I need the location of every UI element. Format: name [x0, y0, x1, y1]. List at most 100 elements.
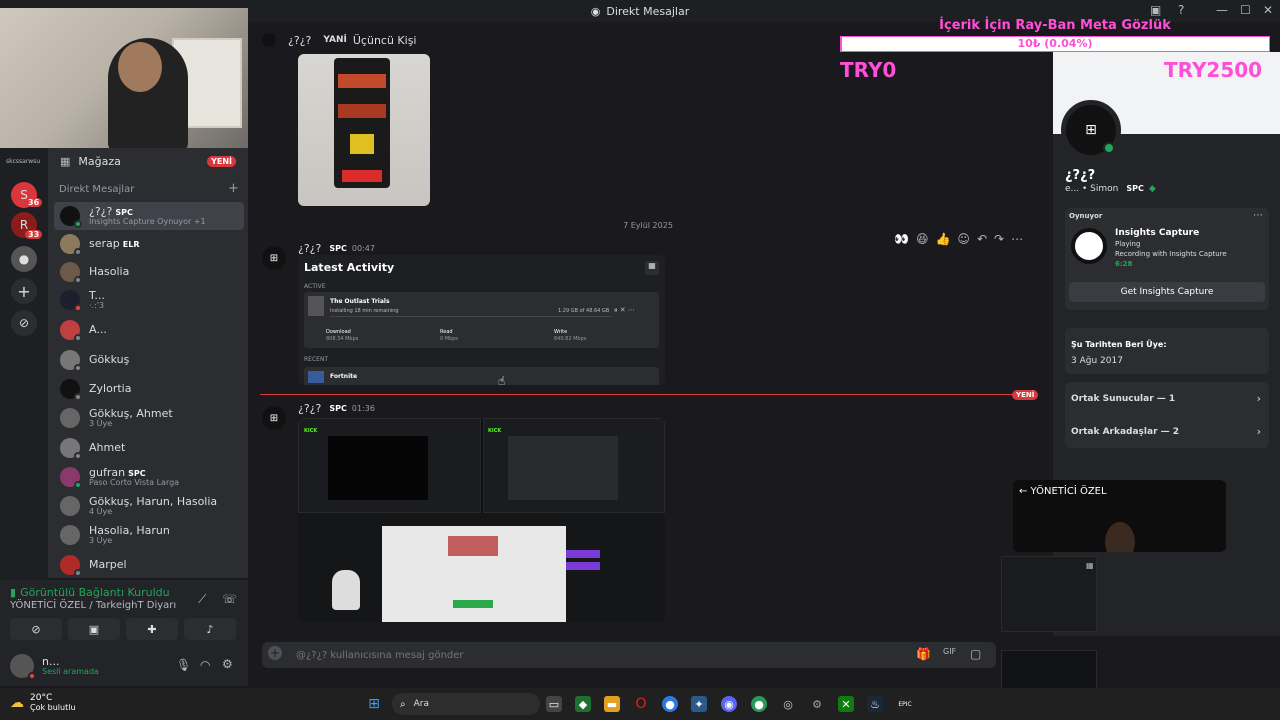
add-server-icon[interactable]: +: [11, 278, 37, 304]
dm-item[interactable]: Zylortia: [54, 375, 244, 403]
dm-item[interactable]: Marpel: [54, 551, 244, 579]
server-icon-3[interactable]: ●: [11, 246, 37, 272]
video-popout[interactable]: ← YÖNETİCİ ÖZEL: [1013, 480, 1226, 552]
dm-item[interactable]: Gökkuş, Ahmet 3 Üye: [54, 404, 244, 432]
message-avatar[interactable]: ⊞: [262, 246, 286, 270]
profile-name: ¿?¿?: [1065, 168, 1096, 183]
dm-item[interactable]: A...: [54, 316, 244, 344]
settings-taskbar-icon[interactable]: ⚙: [809, 696, 825, 712]
activity-button[interactable]: ✚: [126, 618, 178, 640]
more-icon[interactable]: ⋯: [1253, 210, 1263, 221]
dm-item[interactable]: Ahmet: [54, 434, 244, 462]
screen-share-button[interactable]: ▣: [68, 618, 120, 640]
add-reaction-icon[interactable]: ☺: [957, 232, 970, 246]
new-messages-badge: YENİ: [1012, 390, 1039, 400]
disconnect-icon[interactable]: ☏: [222, 592, 237, 606]
dm-item[interactable]: serap ELR: [54, 230, 244, 258]
server-badge-1: 36: [25, 198, 43, 207]
weather-widget[interactable]: ☁ 20°C Çok bulutlu: [10, 693, 76, 713]
store-new-badge: YENİ: [207, 155, 236, 167]
gift-icon[interactable]: 🎁: [916, 647, 931, 661]
chrome-icon[interactable]: ●: [662, 696, 678, 712]
dm-header: Direkt Mesajlar: [59, 184, 135, 195]
brand-text: skcssarwsu: [6, 158, 41, 165]
close-button[interactable]: ✕: [1263, 3, 1273, 17]
soundboard-button[interactable]: ♪: [184, 618, 236, 640]
badge-icon: ◆: [1148, 184, 1156, 194]
store-link[interactable]: ▦ Mağaza YENİ: [54, 148, 242, 174]
help-icon[interactable]: ?: [1178, 3, 1184, 17]
app-icon-circle[interactable]: ◎: [780, 696, 796, 712]
dm-item[interactable]: T... ·.:'3: [54, 286, 244, 314]
mouse-cursor: ☝: [498, 374, 506, 388]
message-avatar[interactable]: ⊞: [262, 406, 286, 430]
mutual-friends[interactable]: Ortak Arkadaşlar — 2: [1071, 427, 1179, 437]
headphones-icon[interactable]: ◠: [200, 658, 210, 672]
dm-item[interactable]: Gökkuş: [54, 346, 244, 374]
settings-icon[interactable]: ⚙: [222, 657, 233, 671]
file-explorer-icon[interactable]: ▬: [604, 696, 620, 712]
xbox-icon[interactable]: ✕: [838, 696, 854, 712]
dm-item[interactable]: Hasolia: [54, 258, 244, 286]
get-insights-button[interactable]: Get Insights Capture: [1069, 282, 1265, 302]
video-label[interactable]: ← YÖNETİCİ ÖZEL: [1019, 486, 1107, 497]
discover-icon[interactable]: ⊘: [11, 310, 37, 336]
forward-icon[interactable]: ↷: [994, 232, 1004, 246]
attach-plus-icon[interactable]: +: [268, 646, 282, 660]
message-header: ¿?¿? SPC 01:36: [298, 402, 375, 415]
new-dm-icon[interactable]: +: [228, 181, 239, 196]
epic-games-icon[interactable]: EPIC: [897, 696, 913, 712]
dm-item[interactable]: ¿?¿? SPC Insights Capture Oynuyor +1: [54, 202, 244, 230]
more-icon[interactable]: ⋯: [1011, 232, 1023, 246]
activity-screenshot[interactable]: Latest Activity ▦ ACTIVE The Outlast Tri…: [298, 255, 665, 385]
webcam-overlay: [0, 8, 248, 148]
activity-card: Oynuyor ⋯ Insights Capture Playing Recor…: [1065, 208, 1269, 310]
voice-channel[interactable]: YÖNETİCİ ÖZEL / TarkeighT Diyarı: [10, 600, 176, 611]
message-input[interactable]: [296, 646, 886, 664]
app-icon-green[interactable]: ◆: [575, 696, 591, 712]
task-view-icon[interactable]: ▭: [546, 696, 562, 712]
screen-share-icon: ▣: [88, 622, 100, 636]
app-icon-blue[interactable]: ✦: [691, 696, 707, 712]
message-composer: + 🎁 GIF ▢: [262, 642, 996, 668]
dm-item[interactable]: gufran SPC Paso Corto Vista Larga: [54, 463, 244, 491]
message-actions: 👀 😆 👍 ☺ ↶ ↷ ⋯: [894, 232, 1023, 246]
donation-goal-title: İçerik İçin Ray-Ban Meta Gözlük: [939, 18, 1171, 33]
activity-title: Latest Activity: [304, 261, 395, 274]
chrome-alt-icon[interactable]: ●: [751, 696, 767, 712]
game-icon: [1071, 228, 1107, 264]
image-attachment-lego[interactable]: [298, 54, 430, 206]
mutual-servers[interactable]: Ortak Sunucular — 1: [1071, 394, 1175, 404]
sticker-icon[interactable]: ▢: [970, 647, 981, 661]
reply-icon[interactable]: ↶: [977, 232, 987, 246]
header-tab-2[interactable]: Üçüncü Kişi: [353, 34, 417, 47]
start-icon[interactable]: ⊞: [366, 696, 382, 712]
maximize-button[interactable]: ☐: [1240, 3, 1251, 17]
store-label: Mağaza: [78, 154, 121, 168]
opera-icon[interactable]: O: [633, 696, 649, 712]
image-attachment-screenshot[interactable]: KICK KICK: [298, 418, 665, 622]
user-panel[interactable]: n... Sesli aramada: [10, 654, 99, 680]
inbox-icon[interactable]: ▣: [1150, 3, 1161, 17]
minimize-button[interactable]: —: [1216, 3, 1228, 17]
activity-recent-item: Fortnite: [304, 367, 659, 385]
steam-icon[interactable]: ♨: [867, 696, 883, 712]
header-tab-1[interactable]: YANİ: [323, 35, 347, 45]
microphone-icon[interactable]: 🎙: [176, 658, 191, 672]
dm-item[interactable]: Gökkuş, Harun, Hasolia 4 Üye: [54, 492, 244, 520]
taskbar-search[interactable]: ⌕ Ara: [392, 693, 540, 715]
reaction-eyes-icon[interactable]: 👀: [894, 232, 909, 246]
soundboard-icon: ♪: [206, 622, 214, 636]
weather-icon: ☁: [10, 695, 24, 712]
header-name[interactable]: ¿?¿?: [288, 34, 311, 47]
donation-goal-text: 10₺ (0.04%): [1017, 37, 1093, 50]
noise-suppression-icon[interactable]: ⟋: [198, 592, 206, 607]
discord-taskbar-icon[interactable]: ◉: [721, 696, 737, 712]
gif-icon[interactable]: GIF: [943, 647, 956, 656]
reaction-thumbs-icon[interactable]: 👍: [935, 232, 950, 246]
dm-sidebar: ▦ Mağaza YENİ Direkt Mesajlar + ¿?¿? SPC I…: [48, 148, 248, 578]
screen-share-preview[interactable]: ▦: [1001, 556, 1097, 632]
reaction-smile-icon[interactable]: 😆: [916, 232, 929, 246]
dm-item[interactable]: Hasolia, Harun 3 Üye: [54, 521, 244, 549]
camera-off-button[interactable]: ⊘: [10, 618, 62, 640]
